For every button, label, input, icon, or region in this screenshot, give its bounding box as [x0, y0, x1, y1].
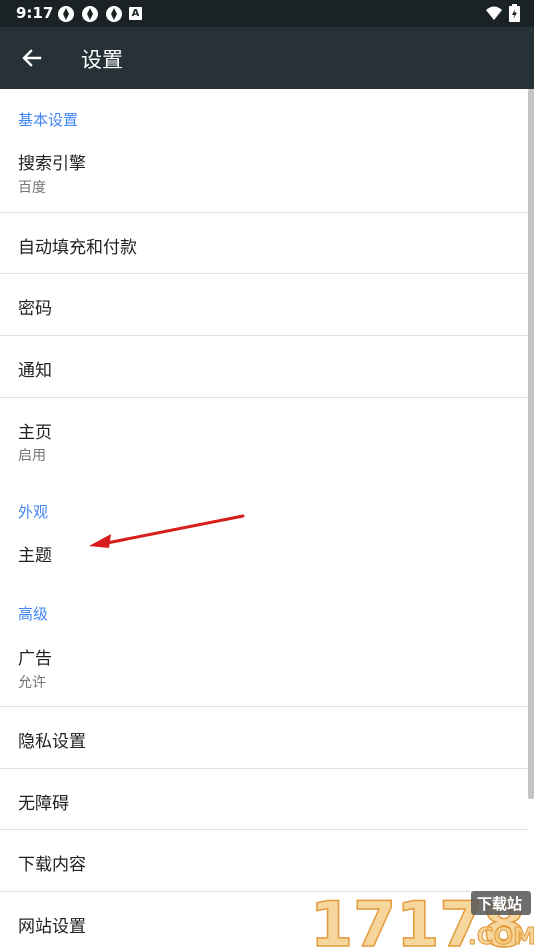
setting-ads[interactable]: 广告 允许: [0, 627, 529, 706]
status-time: 9:17: [16, 4, 54, 22]
setting-title: 主页: [18, 423, 52, 443]
setting-summary: 百度: [18, 180, 46, 196]
setting-title: 自动填充和付款: [18, 238, 137, 258]
status-bar: 9:17 A: [0, 0, 534, 27]
notification-icons: A: [57, 5, 142, 23]
watermark-logo-icon: 17178 下载站 .COM: [309, 888, 534, 950]
cast-icon: [106, 6, 122, 22]
setting-downloads[interactable]: 下载内容: [0, 830, 529, 891]
arrow-left-icon: [22, 49, 42, 67]
setting-title: 广告: [18, 649, 52, 669]
setting-homepage[interactable]: 主页 启用: [0, 398, 529, 470]
setting-summary: 启用: [18, 448, 46, 464]
setting-title: 通知: [18, 361, 52, 381]
section-header-basic: 基本设置: [18, 111, 79, 129]
watermark-badge: 下载站: [477, 895, 522, 913]
setting-accessibility[interactable]: 无障碍: [0, 769, 529, 830]
annotation-arrow-icon: [89, 514, 245, 548]
scrollbar[interactable]: [528, 89, 534, 799]
watermark-domain: .COM: [468, 924, 534, 950]
setting-autofill[interactable]: 自动填充和付款: [0, 213, 529, 274]
setting-passwords[interactable]: 密码: [0, 274, 529, 335]
setting-title: 密码: [18, 299, 52, 319]
setting-title: 主题: [18, 546, 52, 566]
setting-title: 下载内容: [18, 855, 86, 875]
battery-icon: [509, 4, 520, 22]
setting-privacy[interactable]: 隐私设置: [0, 707, 529, 768]
status-right-icons: [485, 4, 520, 22]
setting-title: 搜索引擎: [18, 154, 86, 174]
page-title: 设置: [81, 48, 123, 72]
setting-summary: 允许: [18, 675, 46, 691]
a-icon: A: [129, 7, 142, 20]
cast-icon: [82, 6, 98, 22]
wifi-icon: [486, 6, 502, 20]
setting-theme[interactable]: 主题: [0, 525, 529, 581]
section-header-advanced: 高级: [18, 605, 49, 623]
setting-notifications[interactable]: 通知: [0, 336, 529, 397]
setting-title: 网站设置: [18, 917, 86, 937]
setting-search-engine[interactable]: 搜索引擎 百度: [0, 133, 529, 213]
setting-title: 无障碍: [18, 794, 69, 814]
app-toolbar: 设置: [0, 27, 534, 89]
setting-title: 隐私设置: [18, 732, 86, 752]
cast-icon: [58, 6, 74, 22]
section-header-appearance: 外观: [18, 503, 49, 521]
back-button[interactable]: [14, 40, 50, 76]
